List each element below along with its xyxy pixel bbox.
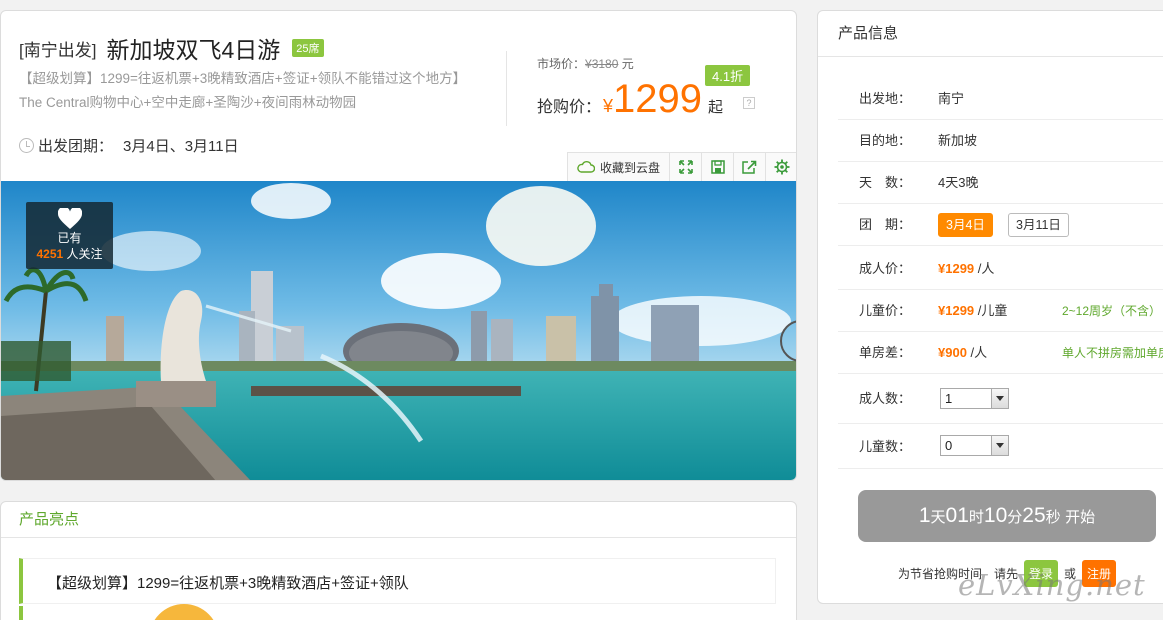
- info-value: 南宁: [938, 91, 965, 106]
- date-option[interactable]: 3月11日: [1008, 213, 1069, 237]
- countdown-days-unit: 天: [930, 509, 946, 526]
- child-price-unit: /儿童: [977, 303, 1008, 318]
- grab-price: 抢购价： ¥ 1299 起: [537, 77, 723, 121]
- info-row-single-supplement: 单房差： ¥900 /人 单人不拼房需加单房: [838, 332, 1163, 374]
- highlights-card: 产品亮点 【超级划算】1299=往返机票+3晚精致酒店+签证+领队: [0, 501, 797, 620]
- follow-counter[interactable]: 已有 4251 人关注: [26, 202, 113, 269]
- departure-dates: 3月4日、3月11日: [123, 138, 239, 155]
- info-label: 目的地：: [859, 133, 912, 148]
- info-label: 成人价：: [859, 261, 912, 276]
- countdown-seconds: 25: [1022, 504, 1046, 527]
- info-row-destination: 目的地： 新加坡: [838, 120, 1163, 162]
- expand-button[interactable]: [670, 153, 702, 181]
- departure-label: 出发团期：: [38, 138, 114, 155]
- clock-icon: [19, 138, 34, 153]
- share-button[interactable]: [734, 153, 766, 181]
- child-price-value: ¥1299: [938, 303, 975, 318]
- chevron-down-icon: [991, 436, 1008, 455]
- product-summary-card: [南宁出发] 新加坡双飞4日游 25席 【超级划算】1299=往返机票+3晚精致…: [0, 10, 797, 481]
- page-title: 新加坡双飞4日游: [106, 37, 281, 63]
- child-price: ¥1299 /儿童: [938, 290, 1007, 332]
- departure-info: 出发团期： 3月4日、3月11日: [19, 135, 239, 156]
- info-value: 新加坡: [938, 133, 978, 148]
- watermark: eLvXing.net: [958, 568, 1146, 602]
- help-icon[interactable]: ?: [743, 97, 755, 109]
- info-label: 儿童价：: [859, 303, 912, 318]
- market-price-value: ¥3180: [585, 57, 619, 71]
- child-count-value: 0: [945, 438, 953, 453]
- highlight-item: 【超级划算】1299=往返机票+3晚精致酒店+签证+领队: [19, 558, 776, 604]
- currency-symbol: ¥: [603, 96, 614, 116]
- info-label: 出发地：: [859, 91, 912, 106]
- save-to-cloud-button[interactable]: 收藏到云盘: [568, 153, 670, 181]
- share-icon: [742, 160, 757, 174]
- price-divider: [506, 51, 507, 126]
- info-label: 天 数：: [859, 175, 912, 190]
- countdown-minutes-unit: 分: [1007, 509, 1023, 526]
- single-supplement-note: 单人不拼房需加单房: [1062, 346, 1163, 360]
- child-count-select[interactable]: 0: [940, 435, 1009, 456]
- highlight-text: 【超级划算】1299=往返机票+3晚精致酒店+签证+领队: [47, 575, 409, 592]
- info-label: 儿童数：: [859, 439, 912, 454]
- save-icon: [710, 160, 725, 174]
- countdown-start: 开始: [1065, 509, 1096, 526]
- save-button[interactable]: [702, 153, 734, 181]
- follow-label: 已有: [57, 231, 82, 245]
- grab-price-value: 1299: [613, 77, 703, 121]
- countdown-days: 1: [918, 504, 931, 527]
- adult-price-unit: /人: [977, 261, 995, 276]
- share-toolbar: 收藏到云盘: [567, 152, 796, 181]
- highlight-item: [19, 606, 776, 620]
- info-row-children: 儿童数： 0: [838, 424, 1163, 469]
- heart-icon: [57, 208, 82, 229]
- info-title: 产品信息: [818, 11, 1163, 57]
- adult-count-select[interactable]: 1: [940, 388, 1009, 409]
- countdown-seconds-unit: 秒: [1045, 509, 1061, 526]
- info-row-child-price: 儿童价： ¥1299 /儿童 2~12周岁（不含）: [838, 290, 1163, 332]
- info-row-days: 天 数： 4天3晚: [838, 162, 1163, 204]
- cloud-icon: [577, 161, 595, 173]
- product-description: 【超级划算】1299=往返机票+3晚精致酒店+签证+领队不能错过这个地方】The…: [19, 71, 467, 110]
- countdown-minutes: 10: [983, 504, 1008, 527]
- settings-button[interactable]: [766, 153, 796, 181]
- hero-image: 已有 4251 人关注: [1, 181, 796, 480]
- title-row: [南宁出发] 新加坡双飞4日游 25席: [19, 31, 324, 65]
- countdown-hours: 01: [945, 504, 969, 527]
- info-label: 成人数：: [859, 391, 912, 406]
- chevron-down-icon: [991, 389, 1008, 408]
- countdown-button[interactable]: 1天01时10分25秒 开始: [858, 490, 1156, 542]
- follow-suffix: 人关注: [66, 247, 103, 261]
- adult-price: ¥1299 /人: [938, 248, 994, 290]
- origin-label: [南宁出发]: [19, 40, 97, 60]
- save-to-cloud-label: 收藏到云盘: [599, 160, 660, 175]
- price-suffix: 起: [708, 99, 724, 116]
- info-row-departure: 出发地： 南宁: [838, 78, 1163, 120]
- gear-icon: [774, 159, 790, 175]
- expand-icon: [678, 160, 693, 174]
- follow-count-row: 4251 人关注: [26, 246, 113, 262]
- child-price-note: 2~12周岁（不含）: [1062, 304, 1162, 318]
- market-price-label: 市场价：: [537, 57, 586, 71]
- info-label: 团 期：: [859, 217, 912, 232]
- adult-price-value: ¥1299: [938, 261, 975, 276]
- seats-badge: 25席: [292, 39, 324, 57]
- singapore-skyline-image: [1, 181, 796, 480]
- info-label: 单房差：: [859, 345, 912, 360]
- info-row-dates: 团 期： 3月4日 3月11日: [838, 204, 1163, 246]
- single-supplement-value: ¥900: [938, 345, 967, 360]
- countdown-hours-unit: 时: [968, 509, 984, 526]
- highlights-title: 产品亮点: [1, 502, 796, 538]
- info-row-adults: 成人数： 1: [838, 374, 1163, 424]
- info-row-adult-price: 成人价： ¥1299 /人: [838, 248, 1163, 290]
- info-value: 4天3晚: [938, 175, 979, 190]
- grab-price-label: 抢购价：: [537, 99, 602, 116]
- single-supplement-unit: /人: [970, 345, 988, 360]
- single-supplement: ¥900 /人: [938, 332, 987, 374]
- follow-count: 4251: [36, 247, 64, 261]
- product-info-card: 产品信息 出发地： 南宁 目的地： 新加坡 天 数： 4天3晚 团 期： 3月4…: [817, 10, 1163, 604]
- date-option-selected[interactable]: 3月4日: [938, 213, 993, 237]
- adult-count-value: 1: [945, 391, 953, 406]
- market-price-unit: 元: [621, 57, 634, 71]
- market-price: 市场价：¥3180 元: [537, 55, 634, 72]
